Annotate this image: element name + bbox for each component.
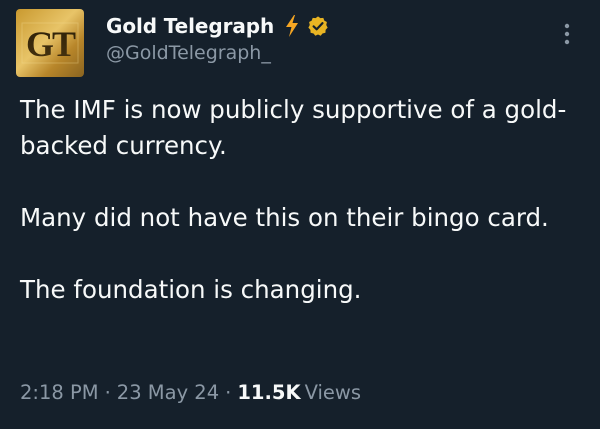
avatar[interactable]: GT	[16, 9, 84, 77]
tweet-paragraph: The foundation is changing.	[20, 275, 362, 304]
tweet-meta: 2:18 PM · 23 May 24 · 11.5K Views	[20, 381, 361, 404]
meta-separator: ·	[225, 381, 232, 404]
more-vertical-icon[interactable]	[560, 20, 574, 48]
verified-badge-icon[interactable]	[307, 15, 329, 37]
tweet-paragraph: The IMF is now publicly supportive of a …	[20, 95, 567, 160]
author-name-row: Gold Telegraph	[106, 11, 329, 41]
meta-separator: ·	[104, 381, 111, 404]
tweet-paragraph: Many did not have this on their bingo ca…	[20, 203, 549, 232]
display-name[interactable]: Gold Telegraph	[106, 14, 274, 38]
avatar-logo-image: GT	[16, 9, 84, 77]
author-handle[interactable]: @GoldTelegraph_	[106, 42, 271, 64]
views-label: Views	[304, 381, 361, 404]
tweet-time[interactable]: 2:18 PM	[20, 381, 99, 404]
svg-text:GT: GT	[26, 24, 76, 64]
tweet-date[interactable]: 23 May 24	[117, 381, 219, 404]
tweet-card: GT Gold Telegraph @GoldTelegraph_ The IM…	[0, 0, 600, 429]
tweet-text: The IMF is now publicly supportive of a …	[20, 92, 585, 308]
views-count: 11.5K	[237, 381, 301, 404]
lightning-bolt-icon	[284, 14, 300, 38]
